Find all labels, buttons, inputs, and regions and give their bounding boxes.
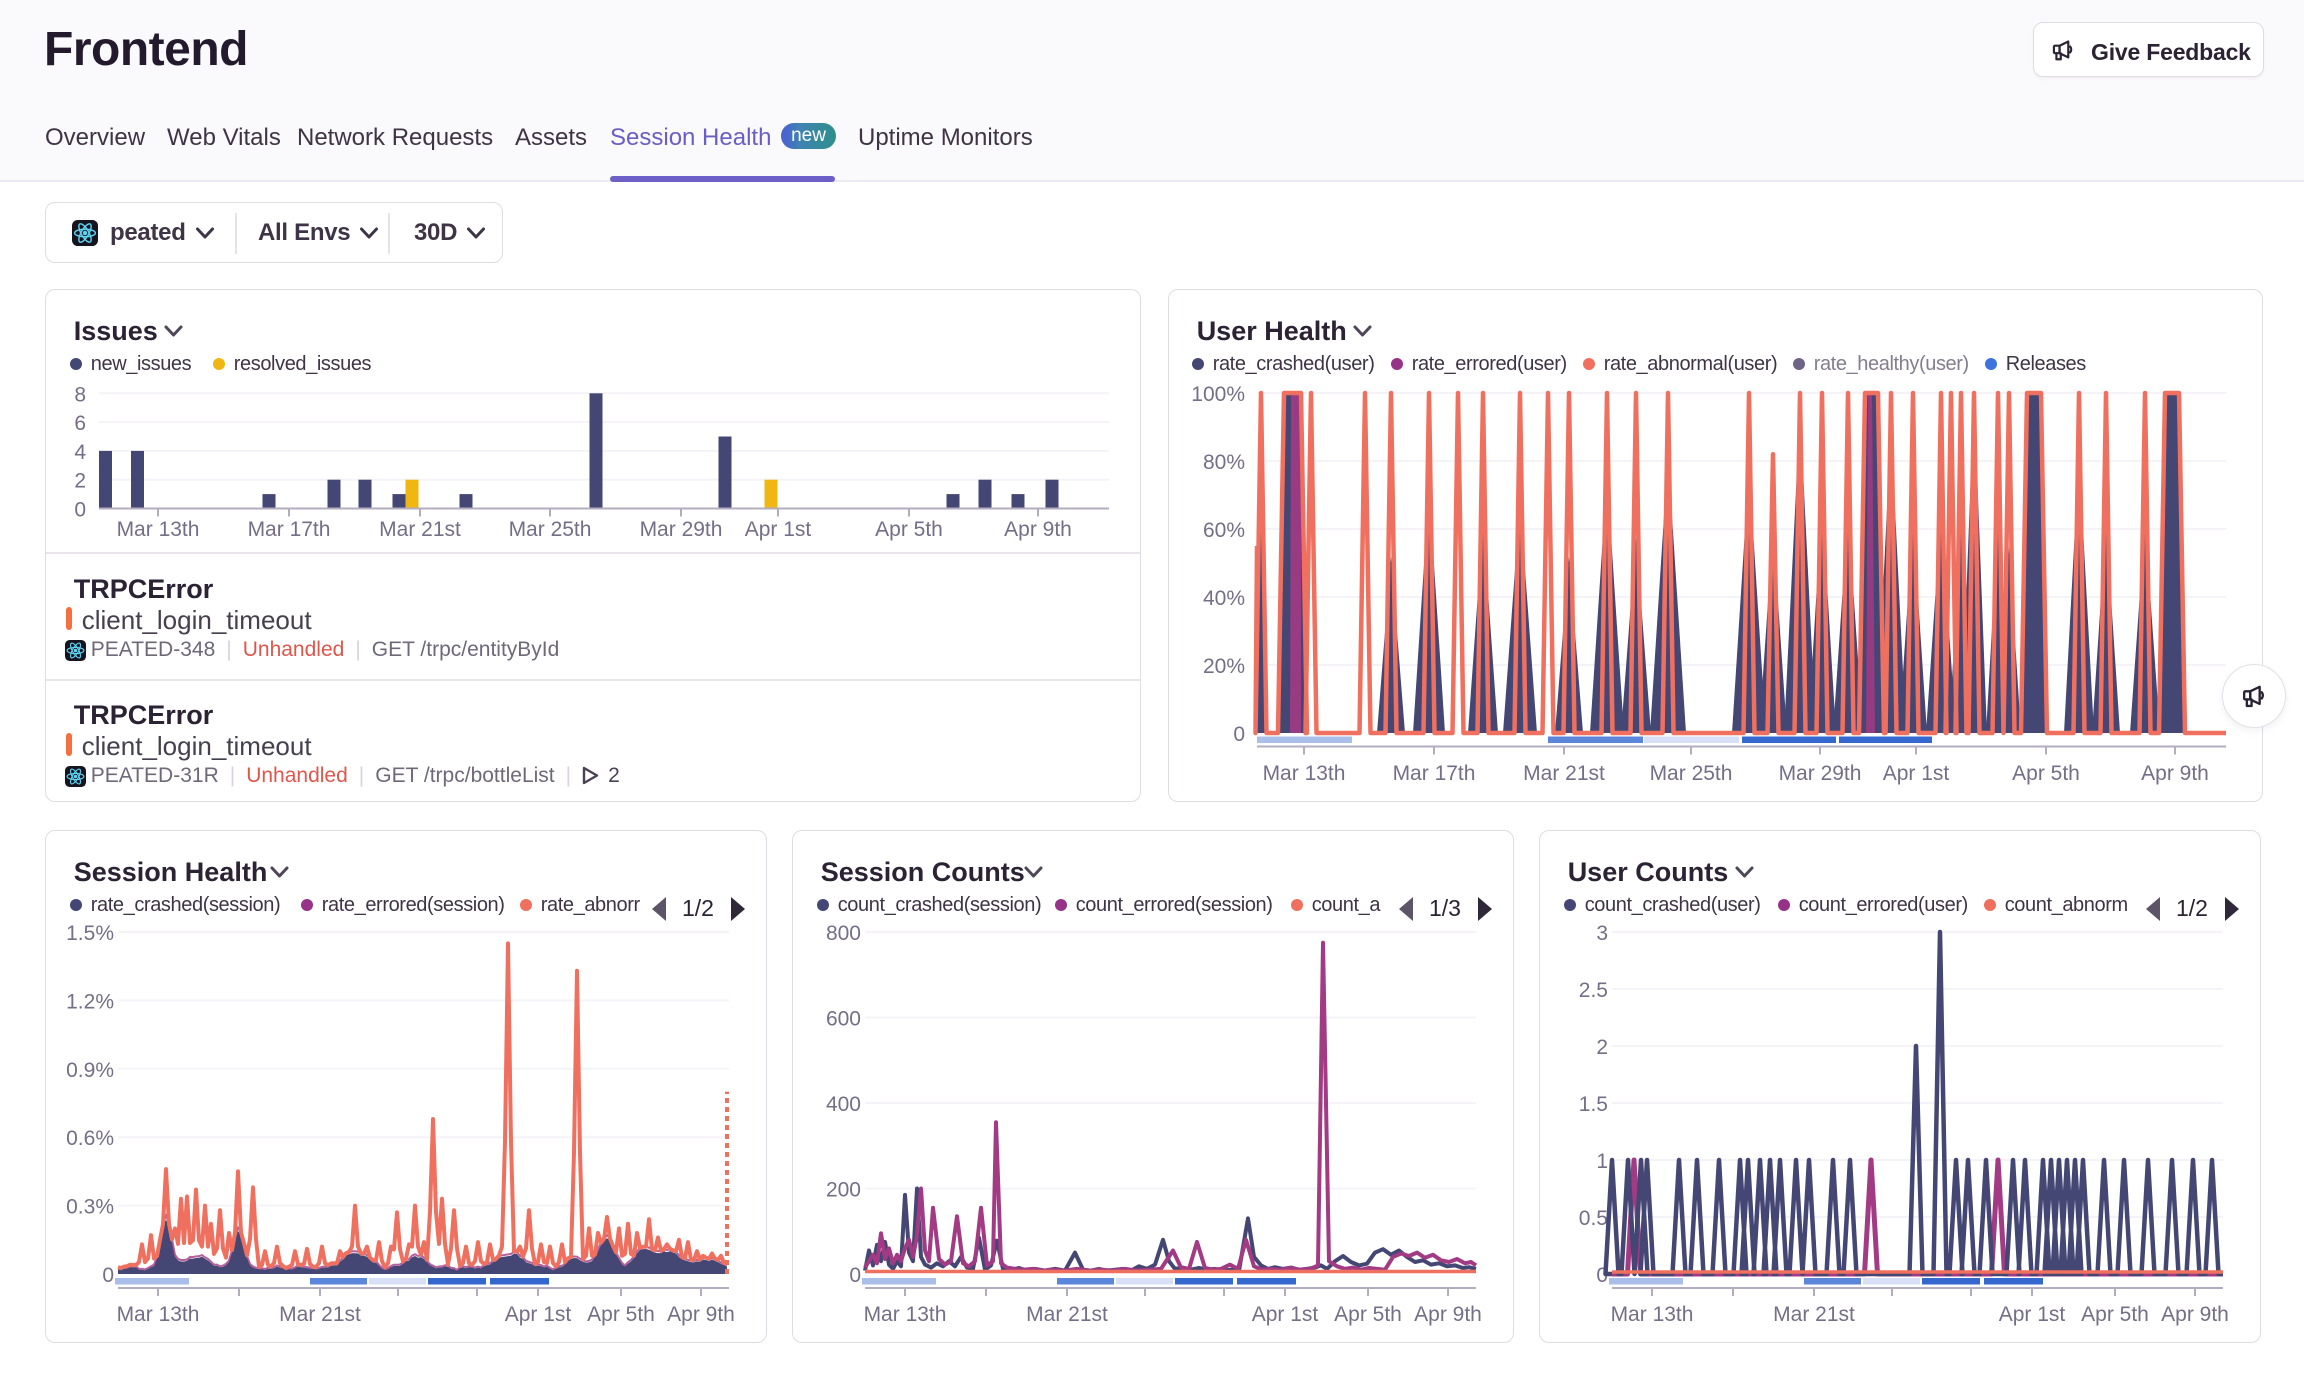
svg-text:0: 0 (74, 499, 86, 522)
svg-text:40%: 40% (1203, 587, 1245, 610)
svg-text:Mar 29th: Mar 29th (639, 518, 722, 541)
svg-text:1.5: 1.5 (1578, 1093, 1607, 1116)
svg-text:0: 0 (1233, 723, 1245, 746)
svg-text:600: 600 (826, 1008, 861, 1031)
svg-text:Mar 21st: Mar 21st (279, 1303, 361, 1326)
svg-text:Apr 5th: Apr 5th (1334, 1303, 1402, 1326)
svg-text:Apr 1st: Apr 1st (744, 518, 811, 541)
svg-text:400: 400 (826, 1093, 861, 1116)
svg-text:Mar 17th: Mar 17th (247, 518, 330, 541)
svg-text:Apr 9th: Apr 9th (2161, 1303, 2229, 1326)
svg-text:Apr 1st: Apr 1st (1998, 1303, 2065, 1326)
svg-text:Apr 1st: Apr 1st (1882, 762, 1949, 785)
svg-text:1.2%: 1.2% (66, 990, 114, 1013)
svg-text:4: 4 (74, 441, 86, 464)
svg-text:Mar 25th: Mar 25th (508, 518, 591, 541)
svg-text:0: 0 (102, 1264, 114, 1287)
svg-text:800: 800 (826, 922, 861, 945)
svg-text:2: 2 (74, 470, 86, 493)
svg-text:Apr 1st: Apr 1st (1251, 1303, 1318, 1326)
svg-text:2.5: 2.5 (1578, 979, 1607, 1002)
svg-text:Mar 21st: Mar 21st (379, 518, 461, 541)
svg-text:Apr 9th: Apr 9th (2141, 762, 2209, 785)
svg-text:20%: 20% (1203, 655, 1245, 678)
svg-text:6: 6 (74, 412, 86, 435)
svg-text:Mar 21st: Mar 21st (1773, 1303, 1855, 1326)
svg-text:Mar 13th: Mar 13th (1610, 1303, 1693, 1326)
svg-text:Apr 5th: Apr 5th (587, 1303, 655, 1326)
svg-text:1.5%: 1.5% (66, 922, 114, 945)
svg-text:Apr 9th: Apr 9th (1004, 518, 1072, 541)
svg-text:Apr 9th: Apr 9th (667, 1303, 735, 1326)
svg-text:Mar 25th: Mar 25th (1649, 762, 1732, 785)
svg-text:0: 0 (849, 1264, 861, 1287)
svg-text:Mar 13th: Mar 13th (116, 518, 199, 541)
svg-text:Apr 5th: Apr 5th (2012, 762, 2080, 785)
svg-text:100%: 100% (1191, 383, 1245, 406)
svg-text:Mar 17th: Mar 17th (1392, 762, 1475, 785)
svg-text:8: 8 (74, 383, 86, 406)
svg-text:1: 1 (1596, 1150, 1608, 1173)
svg-text:Mar 21st: Mar 21st (1523, 762, 1605, 785)
svg-text:Mar 13th: Mar 13th (863, 1303, 946, 1326)
svg-text:80%: 80% (1203, 451, 1245, 474)
svg-text:Apr 1st: Apr 1st (504, 1303, 571, 1326)
svg-text:200: 200 (826, 1179, 861, 1202)
svg-text:2: 2 (1596, 1036, 1608, 1059)
svg-text:Apr 9th: Apr 9th (1414, 1303, 1482, 1326)
svg-text:0.9%: 0.9% (66, 1059, 114, 1082)
svg-text:0.3%: 0.3% (66, 1196, 114, 1219)
svg-text:Mar 13th: Mar 13th (1262, 762, 1345, 785)
svg-text:Mar 29th: Mar 29th (1778, 762, 1861, 785)
svg-text:0.6%: 0.6% (66, 1127, 114, 1150)
svg-text:Mar 13th: Mar 13th (116, 1303, 199, 1326)
svg-text:Apr 5th: Apr 5th (875, 518, 943, 541)
svg-text:3: 3 (1596, 922, 1608, 945)
svg-text:60%: 60% (1203, 519, 1245, 542)
svg-text:Mar 21st: Mar 21st (1026, 1303, 1108, 1326)
svg-text:Apr 5th: Apr 5th (2081, 1303, 2149, 1326)
svg-text:0.5: 0.5 (1578, 1207, 1607, 1230)
